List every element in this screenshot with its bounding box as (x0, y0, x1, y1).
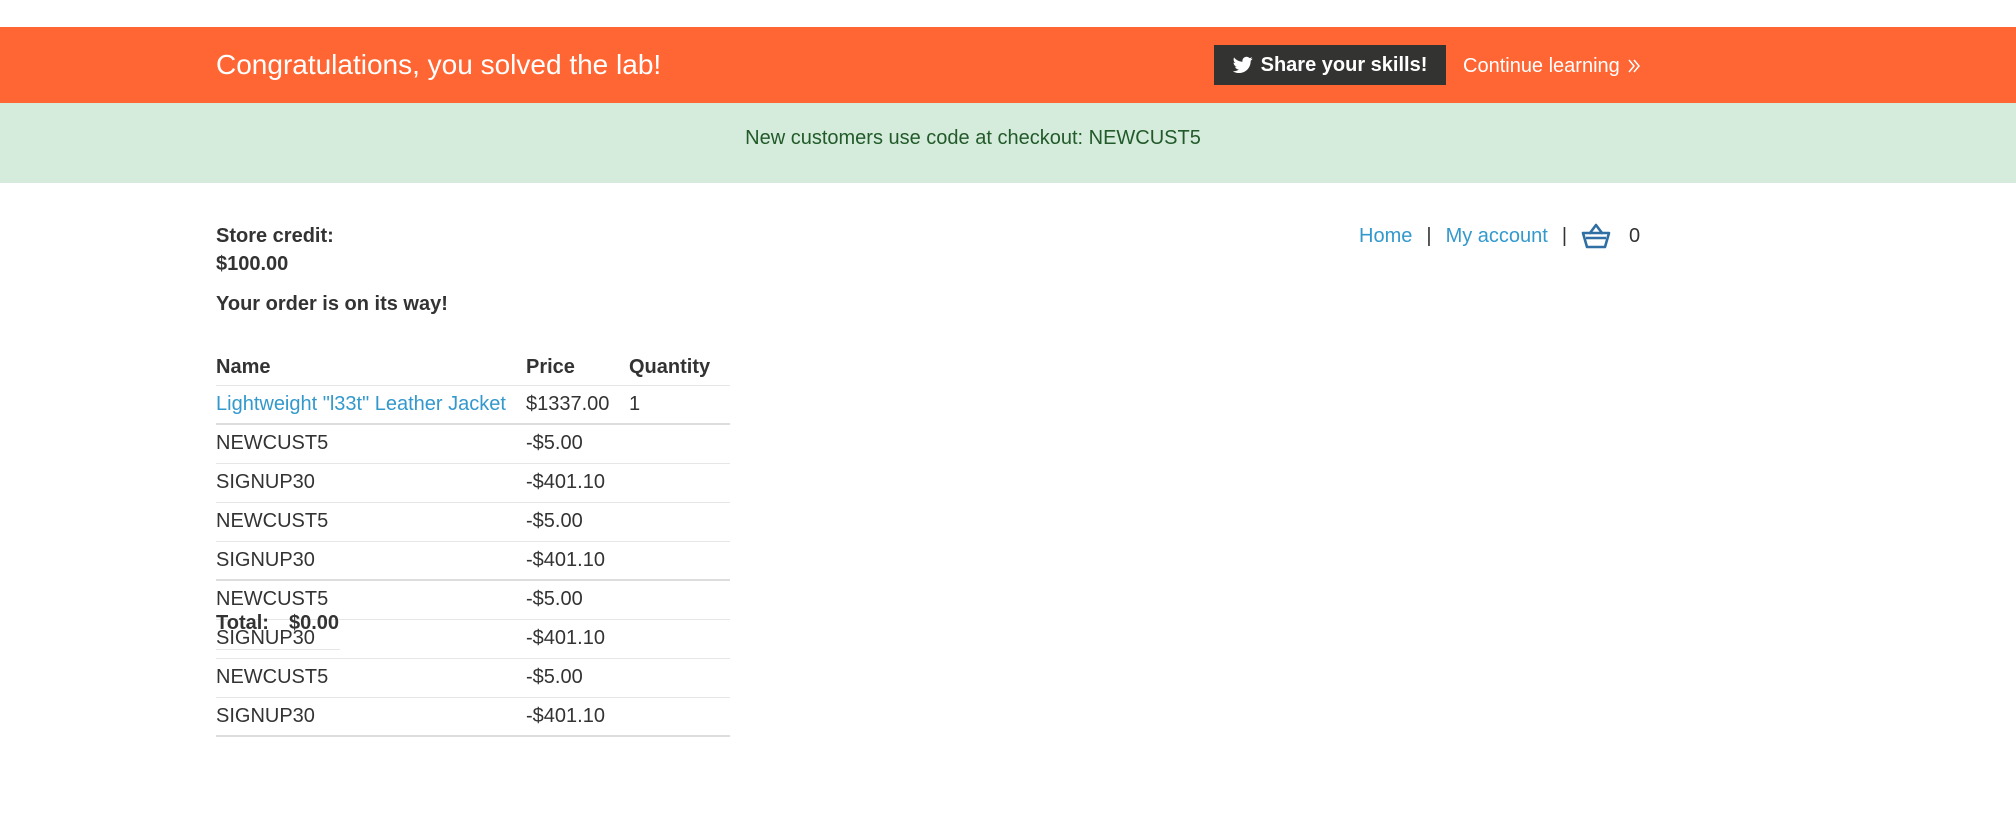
lab-solved-banner: Congratulations, you solved the lab! Sha… (0, 27, 2016, 103)
table-row: NEWCUST5 -$5.00 (216, 502, 730, 542)
column-header-name: Name (216, 347, 526, 386)
row-price: -$5.00 (526, 424, 629, 464)
top-nav: Home | My account | 0 (1359, 223, 1640, 249)
order-total: Total: $0.00 (216, 612, 340, 650)
promo-text: New customers use code at checkout: NEWC… (745, 126, 1201, 149)
nav-separator: | (1561, 225, 1568, 247)
main-content: Store credit: $100.00 Your order is on i… (0, 183, 2016, 737)
total-label: Total: (216, 612, 269, 634)
product-link[interactable]: Lightweight "l33t" Leather Jacket (216, 393, 506, 415)
table-row: SIGNUP30 -$401.10 (216, 463, 730, 503)
row-quantity (629, 697, 730, 737)
order-table: Name Price Quantity Lightweight "l33t" L… (216, 347, 730, 737)
table-row: SIGNUP30 -$401.10 (216, 697, 730, 737)
row-name: SIGNUP30 (216, 541, 526, 581)
row-quantity (629, 580, 730, 620)
row-price: -$401.10 (526, 463, 629, 503)
row-quantity (629, 541, 730, 581)
row-name: NEWCUST5 (216, 502, 526, 542)
row-quantity: 1 (629, 385, 730, 425)
table-row: SIGNUP30 -$401.10 (216, 541, 730, 581)
store-credit-value: $100.00 (216, 253, 289, 275)
share-skills-button[interactable]: Share your skills! (1214, 45, 1446, 85)
column-header-price: Price (526, 347, 629, 386)
double-chevron-right-icon (1628, 59, 1640, 73)
top-spacer (0, 0, 2016, 27)
row-quantity (629, 424, 730, 464)
row-quantity (629, 463, 730, 503)
cart-count: 0 (1629, 225, 1641, 247)
twitter-icon (1232, 56, 1253, 73)
table-row: NEWCUST5 -$5.00 (216, 424, 730, 464)
row-price: -$401.10 (526, 541, 629, 581)
share-skills-label: Share your skills! (1260, 53, 1428, 76)
nav-my-account-link[interactable]: My account (1446, 223, 1548, 249)
continue-learning-label: Continue learning (1463, 55, 1620, 77)
table-row: NEWCUST5 -$5.00 (216, 658, 730, 698)
nav-separator: | (1426, 225, 1432, 247)
table-header-row: Name Price Quantity (216, 347, 730, 386)
store-credit-label: Store credit: (216, 225, 334, 247)
row-quantity (629, 658, 730, 698)
nav-home-link[interactable]: Home (1359, 223, 1412, 249)
continue-learning-link[interactable]: Continue learning (1463, 53, 1642, 79)
cart-icon[interactable] (1581, 223, 1611, 249)
row-price: -$401.10 (526, 619, 629, 659)
row-price: -$5.00 (526, 658, 629, 698)
row-name: SIGNUP30 (216, 697, 526, 737)
column-header-quantity: Quantity (629, 347, 730, 386)
row-name: SIGNUP30 (216, 463, 526, 503)
banner-title: Congratulations, you solved the lab! (216, 49, 662, 80)
row-price: -$401.10 (526, 697, 629, 737)
row-price: -$5.00 (526, 580, 629, 620)
total-value: $0.00 (288, 612, 340, 634)
row-quantity (629, 502, 730, 542)
row-price: $1337.00 (526, 385, 629, 425)
table-row: Lightweight "l33t" Leather Jacket $1337.… (216, 385, 730, 425)
row-price: -$5.00 (526, 502, 629, 542)
row-name: NEWCUST5 (216, 658, 526, 698)
row-quantity (629, 619, 730, 659)
row-name: NEWCUST5 (216, 424, 526, 464)
order-status-message: Your order is on its way! (216, 293, 448, 315)
promo-banner: New customers use code at checkout: NEWC… (0, 103, 2016, 183)
